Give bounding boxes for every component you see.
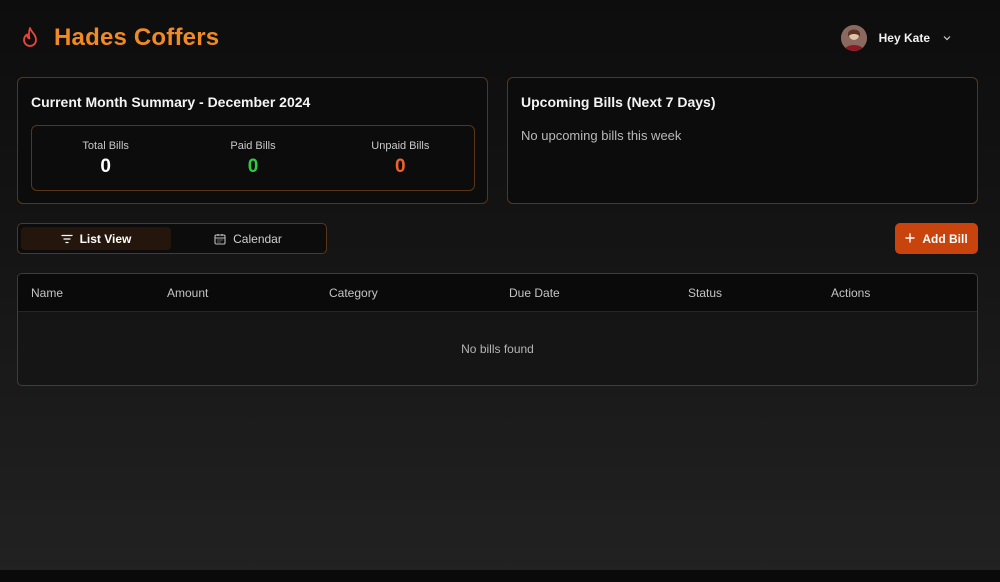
flame-icon <box>18 22 42 54</box>
column-header-actions: Actions <box>831 286 871 300</box>
stat-total-bills: Total Bills 0 <box>32 126 179 190</box>
upcoming-bills-card: Upcoming Bills (Next 7 Days) No upcoming… <box>507 77 978 204</box>
column-header-amount[interactable]: Amount <box>167 286 208 300</box>
upcoming-title: Upcoming Bills (Next 7 Days) <box>521 94 716 110</box>
bills-table: Name Amount Category Due Date Status Act… <box>17 273 978 386</box>
brand[interactable]: Hades Coffers <box>18 22 219 54</box>
column-header-status[interactable]: Status <box>688 286 722 300</box>
stat-label: Paid Bills <box>230 140 276 152</box>
column-header-due-date[interactable]: Due Date <box>509 286 560 300</box>
tab-list-view[interactable]: List View <box>21 227 171 250</box>
stat-paid-bills: Paid Bills 0 <box>179 126 326 190</box>
stat-label: Total Bills <box>82 140 129 152</box>
upcoming-empty-message: No upcoming bills this week <box>521 128 682 143</box>
column-header-category[interactable]: Category <box>329 286 378 300</box>
empty-table-message: No bills found <box>461 342 534 356</box>
tab-label: Calendar <box>233 231 282 246</box>
stat-value: 0 <box>247 156 259 177</box>
summary-stats: Total Bills 0 Paid Bills 0 Unpaid Bills … <box>31 125 475 191</box>
chevron-down-icon[interactable] <box>942 33 952 43</box>
summary-card: Current Month Summary - December 2024 To… <box>17 77 488 204</box>
column-header-name[interactable]: Name <box>31 286 63 300</box>
app-title: Hades Coffers <box>54 24 220 51</box>
user-menu[interactable]: Hey Kate <box>840 25 952 51</box>
stat-value: 0 <box>100 156 111 177</box>
tab-label: List View <box>79 231 132 246</box>
calendar-icon <box>214 233 226 245</box>
stat-value: 0 <box>395 156 406 177</box>
stat-label: Unpaid Bills <box>371 140 430 152</box>
avatar[interactable] <box>840 25 867 51</box>
tab-calendar[interactable]: Calendar <box>173 227 323 250</box>
plus-icon <box>905 232 916 246</box>
view-toggle: List View Calendar <box>17 223 327 254</box>
add-bill-label: Add Bill <box>922 231 968 246</box>
summary-title: Current Month Summary - December 2024 <box>31 94 311 110</box>
add-bill-button[interactable]: Add Bill <box>895 223 978 254</box>
stat-unpaid-bills: Unpaid Bills 0 <box>327 126 474 190</box>
filter-lines-icon <box>60 234 73 244</box>
user-greeting: Hey Kate <box>878 31 930 45</box>
bottom-bar <box>0 570 1000 582</box>
app-header: Hades Coffers Hey Kate <box>18 22 970 58</box>
table-header: Name Amount Category Due Date Status Act… <box>18 274 977 312</box>
